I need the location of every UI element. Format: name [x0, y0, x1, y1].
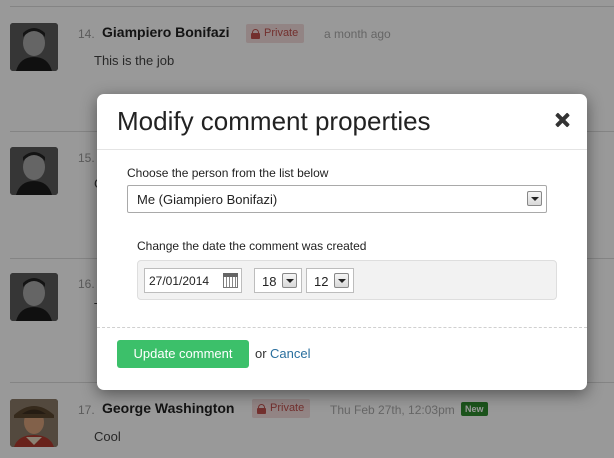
chevron-down-icon[interactable] [334, 273, 349, 288]
person-select-value: Me (Giampiero Bonifazi) [137, 192, 278, 207]
date-label: Change the date the comment was created [137, 239, 367, 253]
dialog-header: Modify comment properties [97, 94, 587, 150]
close-icon[interactable] [552, 109, 574, 131]
minute-select-value: 12 [314, 274, 329, 289]
date-input[interactable]: 27/01/2014 [144, 268, 242, 293]
chevron-down-icon[interactable] [527, 191, 542, 206]
update-comment-button[interactable]: Update comment [117, 340, 249, 368]
dialog-title: Modify comment properties [117, 106, 431, 136]
hour-select[interactable]: 18 [254, 268, 302, 293]
footer-divider [97, 327, 587, 328]
cancel-link[interactable]: Cancel [270, 346, 310, 361]
or-text: or [255, 346, 267, 361]
modify-comment-dialog: Modify comment properties Choose the per… [97, 94, 587, 390]
minute-select[interactable]: 12 [306, 268, 354, 293]
chevron-down-icon[interactable] [282, 273, 297, 288]
hour-select-value: 18 [262, 274, 277, 289]
date-fieldset: 27/01/2014 18 12 [137, 260, 557, 300]
person-label: Choose the person from the list below [127, 166, 329, 180]
calendar-icon[interactable] [223, 273, 238, 288]
person-select[interactable]: Me (Giampiero Bonifazi) [127, 185, 547, 213]
date-input-value: 27/01/2014 [149, 274, 210, 288]
